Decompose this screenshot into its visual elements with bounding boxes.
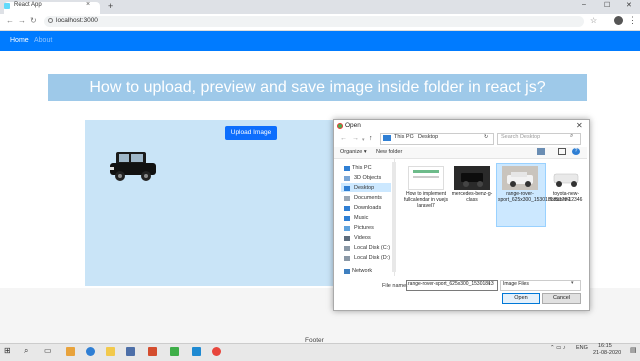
nav-documents[interactable]: Documents (354, 195, 382, 201)
windows-taskbar (0, 343, 640, 361)
back-arrow-icon[interactable]: ← (6, 16, 14, 25)
notifications-icon[interactable]: ▤ (630, 346, 637, 354)
desktop-icon (344, 186, 350, 191)
file-type-value[interactable]: Image Files (503, 281, 529, 287)
search-placeholder: Search Desktop (501, 134, 541, 140)
file-thumbnail[interactable] (548, 166, 584, 190)
breadcrumb-this-pc[interactable]: This PC (394, 134, 414, 140)
nav-downloads[interactable]: Downloads (354, 205, 381, 211)
view-options-icon[interactable] (537, 148, 545, 155)
tab-close-icon[interactable]: × (86, 1, 90, 8)
taskbar-app-icon-3[interactable] (170, 347, 179, 356)
nav-about-link[interactable]: About (34, 37, 52, 44)
nav-pictures[interactable]: Pictures (354, 225, 374, 231)
search-icon[interactable]: ⌕ (24, 346, 28, 356)
upload-panel (85, 120, 335, 286)
dialog-toolbar (334, 147, 587, 159)
file-name-value[interactable]: range-rover-sport_625x300_1530181391799 (408, 281, 494, 287)
new-tab-button[interactable]: + (108, 1, 113, 11)
file-explorer-icon[interactable] (106, 347, 115, 356)
network-icon (344, 269, 350, 274)
file-name-label: File name: (382, 283, 408, 289)
minimize-button[interactable]: – (582, 1, 586, 8)
file-name-dropdown-icon[interactable]: ▾ (488, 281, 491, 287)
file-thumbnail[interactable] (454, 166, 490, 190)
disk-c-icon (344, 246, 350, 251)
music-icon (344, 216, 350, 221)
dialog-search-icon[interactable]: ⌕ (570, 133, 573, 140)
page-title: How to upload, preview and save image in… (89, 79, 546, 96)
chrome-icon[interactable] (212, 347, 221, 356)
file-name[interactable]: range-rover-sport_625x300_1530181391799 (498, 191, 570, 203)
this-pc-icon (344, 166, 350, 171)
file-thumbnail[interactable] (502, 166, 538, 190)
disk-d-icon (344, 256, 350, 261)
car-preview-image (110, 152, 156, 181)
videos-icon (344, 236, 350, 241)
clock-date[interactable]: 21-08-2020 (593, 350, 621, 356)
dialog-title: Open (345, 122, 361, 129)
breadcrumb-separator: › (412, 134, 414, 140)
vscode-icon[interactable] (192, 347, 201, 356)
nav-pane-scrollbar[interactable] (392, 162, 396, 272)
refresh-icon[interactable]: ↻ (484, 134, 488, 140)
file-type-dropdown-icon[interactable]: ▾ (571, 280, 574, 286)
breadcrumb-desktop[interactable]: Desktop (418, 134, 438, 140)
clock-time[interactable]: 16:15 (598, 343, 612, 349)
organize-menu[interactable]: Organize ▾ (340, 149, 367, 155)
profile-avatar[interactable] (614, 16, 623, 25)
help-icon[interactable]: ? (572, 148, 580, 155)
up-folder-icon[interactable]: ↑ (369, 135, 373, 142)
nav-local-disk-d[interactable]: Local Disk (D:) (354, 255, 390, 261)
preview-pane-icon[interactable] (558, 148, 566, 155)
file-name[interactable]: toyota-new-fortuner-12346 (544, 191, 588, 203)
recent-dropdown-icon[interactable]: ▾ (362, 137, 365, 143)
dialog-forward-icon[interactable]: → (352, 135, 359, 142)
nav-network[interactable]: Network (352, 268, 372, 274)
nav-videos[interactable]: Videos (354, 235, 371, 241)
dialog-back-icon[interactable]: ← (340, 135, 347, 142)
file-name[interactable]: How to implement fullcalendar in vuejs l… (404, 191, 448, 209)
react-favicon-icon (4, 3, 10, 9)
pc-folder-icon (383, 135, 391, 141)
edge-icon[interactable] (86, 347, 95, 356)
nav-desktop[interactable]: Desktop (354, 185, 374, 191)
task-view-icon[interactable]: ▭ (44, 346, 52, 355)
taskbar-app-icon-2[interactable] (148, 347, 157, 356)
cancel-button[interactable]: Cancel (542, 293, 581, 304)
windows-start-icon[interactable]: ⊞ (4, 346, 11, 355)
pictures-icon (344, 226, 350, 231)
documents-icon (344, 196, 350, 201)
app-navbar (0, 31, 640, 51)
forward-arrow-icon[interactable]: → (18, 16, 26, 25)
reload-icon[interactable]: ↻ (30, 16, 37, 25)
omnibox[interactable] (44, 16, 584, 27)
nav-this-pc[interactable]: This PC (352, 165, 372, 171)
file-thumbnail[interactable] (408, 166, 444, 190)
maximize-button[interactable]: ☐ (604, 1, 610, 9)
info-icon[interactable] (48, 18, 53, 23)
new-folder-button[interactable]: New folder (376, 149, 402, 155)
window-close-button[interactable]: ✕ (626, 1, 632, 9)
nav-music[interactable]: Music (354, 215, 368, 221)
3d-objects-icon (344, 176, 350, 181)
downloads-icon (344, 206, 350, 211)
url-text[interactable]: localhost:3000 (56, 17, 98, 24)
upload-image-button[interactable]: Upload Image (225, 126, 277, 140)
menu-kebab-icon[interactable]: ⋮ (628, 15, 637, 26)
language-indicator[interactable]: ENG (576, 345, 588, 351)
dialog-close-icon[interactable]: ✕ (576, 121, 583, 130)
tab-title: React App (14, 2, 42, 8)
bookmark-star-icon[interactable]: ☆ (590, 16, 597, 25)
store-icon[interactable] (126, 347, 135, 356)
nav-3d-objects[interactable]: 3D Objects (354, 175, 381, 181)
taskbar-app-icon[interactable] (66, 347, 75, 356)
file-name[interactable]: mercedes-benz-g-class (450, 191, 494, 203)
tray-icons[interactable]: ⌃ ▭ ♪ (550, 345, 566, 351)
chrome-dialog-icon (337, 123, 343, 129)
nav-home-link[interactable]: Home (10, 37, 29, 44)
open-button[interactable]: Open (502, 293, 540, 304)
nav-local-disk-c[interactable]: Local Disk (C:) (354, 245, 390, 251)
